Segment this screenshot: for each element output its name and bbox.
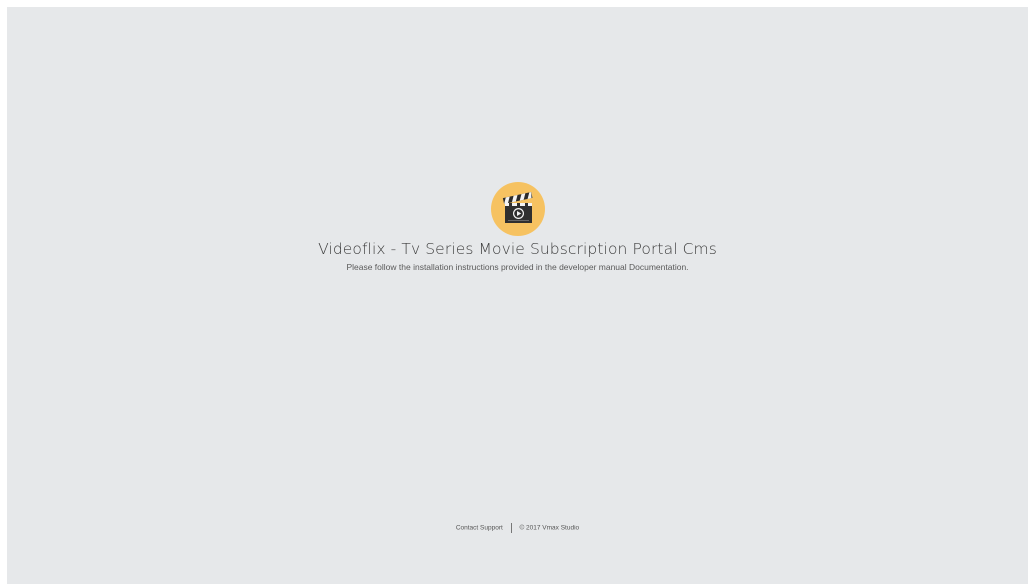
contact-support-link[interactable]: Contact Support <box>456 525 503 532</box>
installation-instructions-text: Please follow the installation instructi… <box>346 262 689 272</box>
copyright-text: © 2017 Vmax Studio <box>519 524 580 532</box>
page-title: Videoflix - Tv Series Movie Subscription… <box>318 240 717 258</box>
clapperboard-logo-icon <box>490 182 545 236</box>
page-background: Videoflix - Tv Series Movie Subscription… <box>7 7 1028 584</box>
installer-message: Videoflix - Tv Series Movie Subscription… <box>7 182 1028 274</box>
footer-divider <box>510 523 512 533</box>
footer: Contact Support © 2017 Vmax Studio <box>7 523 1028 533</box>
